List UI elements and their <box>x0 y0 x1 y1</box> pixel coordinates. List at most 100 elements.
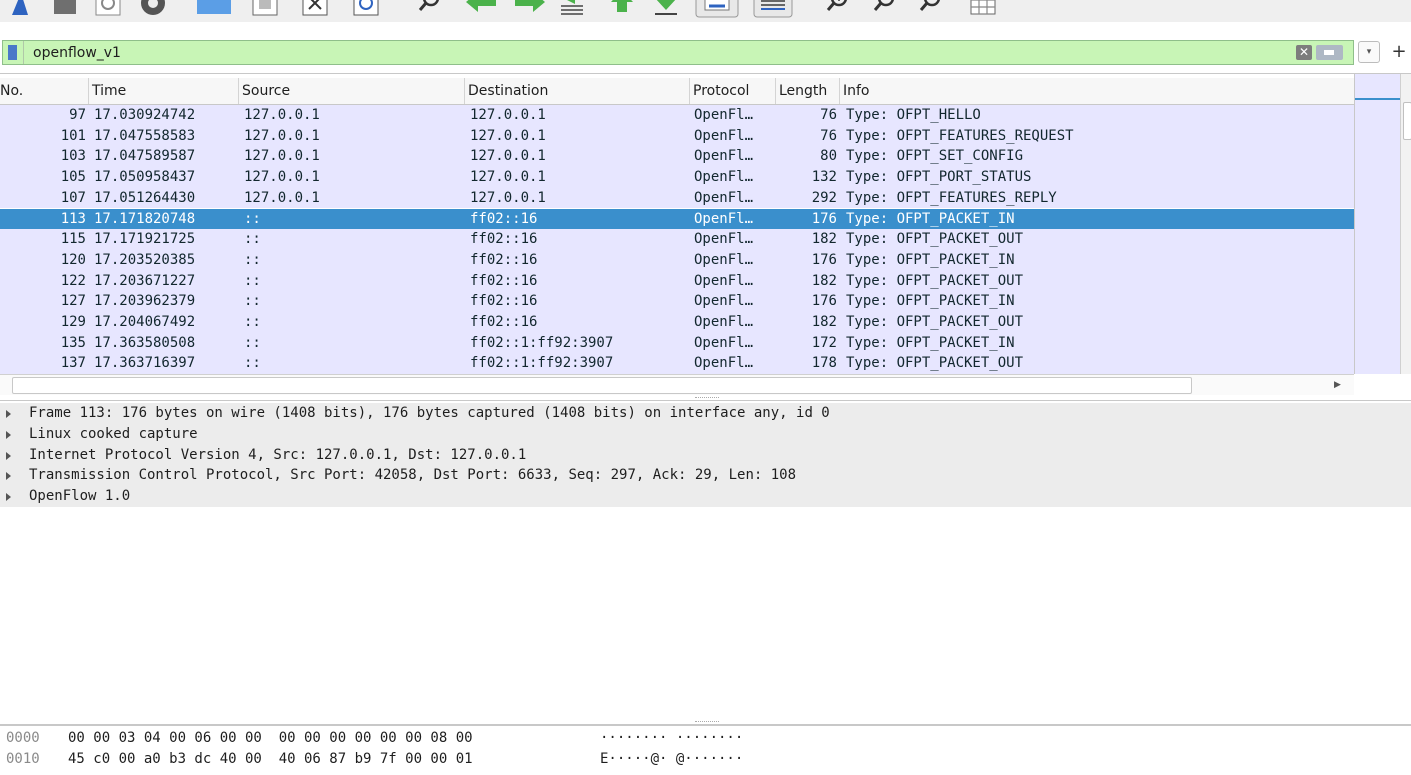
packet-row[interactable]: 122 17.203671227:: ff02::16 OpenFl… 182 Type:… <box>0 270 1354 292</box>
packet-cell-time: 17.204067492 <box>94 314 196 330</box>
packet-row[interactable]: 113 17.171820748:: ff02::16 OpenFl… 176 Type:… <box>0 208 1354 230</box>
detail-tree-item[interactable]: Linux cooked capture <box>0 423 1411 445</box>
column-header-source[interactable]: Source <box>239 78 465 104</box>
go-to-packet-icon[interactable] <box>557 0 587 18</box>
packet-cell-time: 17.363716397 <box>94 355 196 372</box>
vertical-scroll-thumb[interactable] <box>1403 102 1411 140</box>
packet-cell-src: :: <box>244 251 261 268</box>
go-forward-icon[interactable] <box>512 0 548 18</box>
display-filter-input[interactable] <box>23 41 1283 64</box>
detail-item-label: OpenFlow 1.0 <box>29 488 131 505</box>
packet-row[interactable]: 127 17.203962379:: ff02::16 OpenFl… 176 Type:… <box>0 291 1354 312</box>
add-filter-button[interactable]: + <box>1388 40 1410 64</box>
zoom-in-icon[interactable] <box>822 0 852 18</box>
restart-capture-icon[interactable] <box>93 0 123 18</box>
packet-cell-src: :: <box>244 355 261 372</box>
packet-cell-proto: OpenFl… <box>694 148 754 165</box>
hex-row[interactable]: 0010 45 c0 00 a0 b3 dc 40 00 40 06 87 b9 … <box>0 749 1411 769</box>
packet-row[interactable]: 115 17.171921725:: ff02::16 OpenFl… 182 Type:… <box>0 229 1354 250</box>
packet-row[interactable]: 97 17.030924742 127.0.0.1 127.0.0.1 OpenFl… 7… <box>0 105 1354 126</box>
column-header-info[interactable]: Info <box>840 78 1354 104</box>
expand-arrow-icon[interactable] <box>6 493 11 502</box>
packet-list-vertical-scrollbar[interactable] <box>1400 74 1411 374</box>
column-header-protocol[interactable]: Protocol <box>690 78 776 104</box>
horizontal-scroll-thumb[interactable] <box>12 377 1192 394</box>
packet-cell-no: 113 <box>60 210 86 227</box>
display-filter-bar: ✕ ▾ + <box>0 38 1411 69</box>
packet-cell-time: 17.047589587 <box>94 148 196 165</box>
column-header-no[interactable]: No. <box>0 78 89 104</box>
save-file-icon[interactable] <box>250 0 280 18</box>
column-header-destination[interactable]: Destination <box>465 78 690 104</box>
go-back-icon[interactable] <box>463 0 499 18</box>
packet-row[interactable]: 135 17.363580508:: ff02::1:ff92:3907 OpenFl… <box>0 332 1354 354</box>
packet-minimap[interactable] <box>1354 74 1401 374</box>
hex-ascii: ········ ········ <box>600 730 744 746</box>
packet-row[interactable]: 107 17.051264430 127.0.0.1 127.0.0.1 OpenFl…… <box>0 187 1354 209</box>
clear-filter-icon[interactable]: ✕ <box>1296 45 1312 60</box>
packet-cell-no: 107 <box>60 189 86 206</box>
hex-row[interactable]: 0000 00 00 03 04 00 06 00 00 00 00 00 00 … <box>0 728 1411 748</box>
packet-cell-dst: ff02::1:ff92:3907 <box>470 334 614 351</box>
go-last-icon[interactable] <box>651 0 681 18</box>
packet-cell-no: 97 <box>69 107 86 123</box>
close-file-icon[interactable] <box>300 0 330 18</box>
apply-filter-icon[interactable] <box>1316 45 1343 60</box>
packet-cell-no: 120 <box>60 251 86 268</box>
packet-cell-info: Type: OFPT_PACKET_OUT <box>846 355 1024 372</box>
packet-list-header: No. Time Source Destination Protocol Len… <box>0 78 1354 105</box>
filter-bookmark-icon[interactable] <box>8 45 17 60</box>
packet-details-pane: Frame 113: 176 bytes on wire (1408 bits)… <box>0 400 1411 723</box>
reload-file-icon[interactable] <box>351 0 381 18</box>
packet-cell-dst: ff02::16 <box>470 293 538 310</box>
scroll-right-icon[interactable]: ▶ <box>1334 378 1350 392</box>
detail-tree-item[interactable]: Frame 113: 176 bytes on wire (1408 bits)… <box>0 403 1411 424</box>
packet-cell-dst: 127.0.0.1 <box>470 169 546 186</box>
packet-cell-info: Type: OFPT_HELLO <box>846 107 981 123</box>
find-packet-icon[interactable] <box>414 0 444 18</box>
packet-cell-info: Type: OFPT_PACKET_IN <box>846 251 1015 268</box>
column-header-length[interactable]: Length <box>776 78 840 104</box>
hex-offset: 0010 <box>6 751 40 767</box>
packet-cell-len: 182 <box>811 231 837 248</box>
expand-arrow-icon[interactable] <box>6 410 11 418</box>
open-file-icon[interactable] <box>196 0 232 18</box>
packet-row[interactable]: 120 17.203520385:: ff02::16 OpenFl… 176 Type:… <box>0 249 1354 271</box>
packet-cell-len: 182 <box>811 272 837 289</box>
packet-row[interactable]: 101 17.047558583 127.0.0.1 127.0.0.1 OpenFl…… <box>0 125 1354 147</box>
stop-capture-icon[interactable] <box>50 0 80 18</box>
column-header-time[interactable]: Time <box>89 78 239 104</box>
normal-size-icon[interactable] <box>915 0 945 18</box>
packet-cell-proto: OpenFl… <box>694 231 754 248</box>
packet-bytes-pane: 0000 00 00 03 04 00 06 00 00 00 00 00 00 … <box>0 724 1411 775</box>
filter-history-dropdown[interactable]: ▾ <box>1358 41 1380 63</box>
packet-cell-info: Type: OFPT_SET_CONFIG <box>846 148 1024 165</box>
detail-tree-item[interactable]: Internet Protocol Version 4, Src: 127.0.… <box>0 444 1411 466</box>
resize-columns-icon[interactable] <box>968 0 998 18</box>
packet-row[interactable]: 103 17.047589587 127.0.0.1 127.0.0.1 OpenFl…… <box>0 146 1354 168</box>
colorize-icon[interactable] <box>753 0 793 18</box>
expand-arrow-icon[interactable] <box>6 472 11 481</box>
packet-row[interactable]: 129 17.204067492:: ff02::16 OpenFl… 182 Type:… <box>0 312 1354 333</box>
shark-fin-icon[interactable] <box>5 0 35 18</box>
packet-cell-proto: OpenFl… <box>694 293 754 310</box>
expand-arrow-icon[interactable] <box>6 451 11 460</box>
packet-cell-info: Type: OFPT_PACKET_OUT <box>846 314 1024 330</box>
packet-list-horizontal-scrollbar[interactable]: ▶ <box>0 374 1354 395</box>
packet-cell-no: 115 <box>60 231 86 248</box>
packet-cell-info: Type: OFPT_FEATURES_REQUEST <box>846 127 1074 144</box>
zoom-out-icon[interactable] <box>869 0 899 18</box>
packet-cell-time: 17.203520385 <box>94 251 196 268</box>
packet-row[interactable]: 105 17.050958437 127.0.0.1 127.0.0.1 OpenFl…… <box>0 167 1354 188</box>
autoscroll-icon[interactable] <box>695 0 739 18</box>
packet-cell-src: 127.0.0.1 <box>244 107 320 123</box>
expand-arrow-icon[interactable] <box>6 430 11 439</box>
detail-tree-item[interactable]: OpenFlow 1.0 <box>0 486 1411 507</box>
detail-item-label: Transmission Control Protocol, Src Port:… <box>29 467 797 484</box>
detail-tree-item[interactable]: Transmission Control Protocol, Src Port:… <box>0 465 1411 487</box>
go-first-icon[interactable] <box>607 0 637 18</box>
packet-row[interactable]: 137 17.363716397:: ff02::1:ff92:3907 OpenFl… <box>0 353 1354 375</box>
packet-cell-no: 129 <box>60 314 86 330</box>
packet-cell-no: 105 <box>60 169 86 186</box>
capture-options-icon[interactable] <box>138 0 168 18</box>
